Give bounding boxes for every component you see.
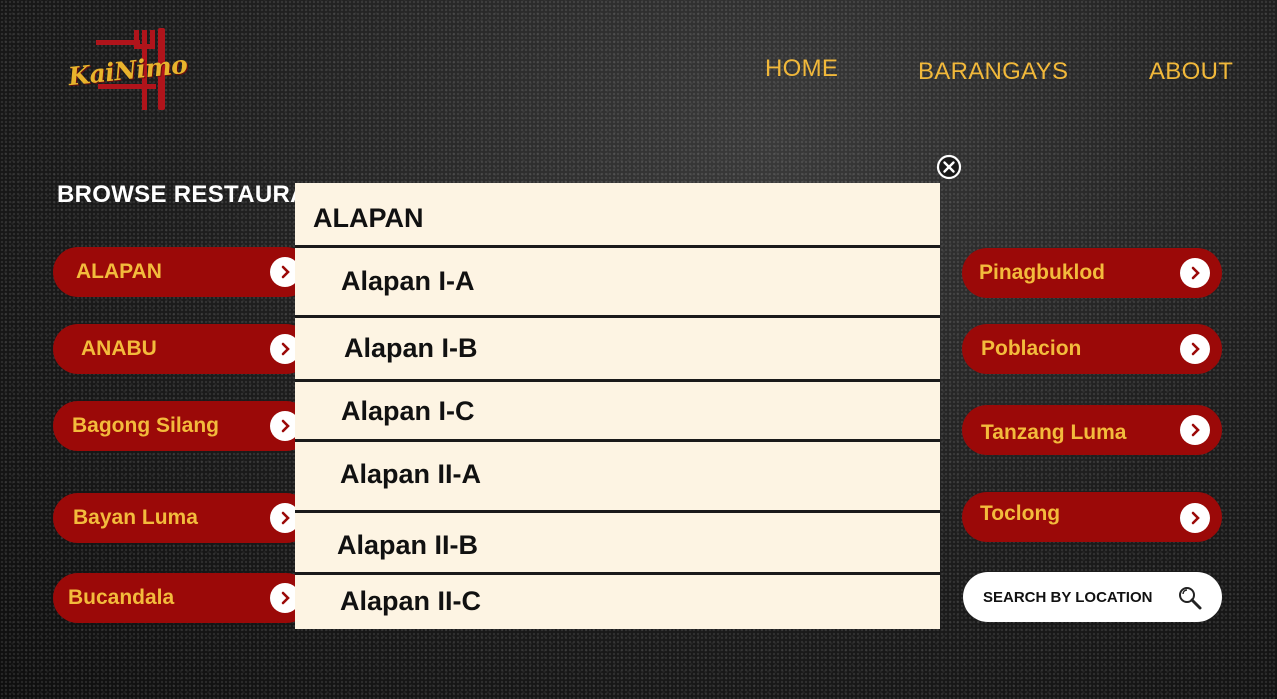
barangay-label: ANABU <box>81 337 157 360</box>
barangay-button-bagong-silang[interactable]: Bagong Silang <box>53 401 311 451</box>
barangay-button-bucandala[interactable]: Bucandala <box>53 573 311 623</box>
barangay-label: Poblacion <box>981 337 1082 360</box>
barangay-label: Bucandala <box>68 586 175 609</box>
barangay-button-alapan[interactable]: ALAPAN <box>53 247 311 297</box>
barangay-button-anabu[interactable]: ANABU <box>53 324 311 374</box>
submenu-item-alapan-ii-c[interactable]: Alapan II-C <box>295 575 940 629</box>
barangay-button-toclong[interactable]: Toclong <box>962 492 1222 542</box>
submenu-item-label: Alapan II-B <box>337 530 479 560</box>
search-label: SEARCH BY LOCATION <box>983 589 1153 606</box>
submenu-item-label: Alapan II-C <box>340 586 482 616</box>
barangay-button-pinagbuklod[interactable]: Pinagbuklod <box>962 248 1222 298</box>
submenu-item-alapan-i-b[interactable]: Alapan I-B <box>295 318 940 382</box>
modal-title: ALAPAN <box>313 203 424 233</box>
barangay-submenu-modal: ALAPAN Alapan I-A Alapan I-B Alapan I-C … <box>295 183 940 629</box>
submenu-item-label: Alapan II-A <box>340 459 482 489</box>
chevron-right-icon <box>1180 415 1210 445</box>
search-by-location-button[interactable]: SEARCH BY LOCATION <box>963 572 1222 622</box>
barangay-label: Tanzang Luma <box>981 421 1127 444</box>
chevron-right-icon <box>1180 503 1210 533</box>
barangay-button-bayan-luma[interactable]: Bayan Luma <box>53 493 311 543</box>
submenu-item-alapan-ii-a[interactable]: Alapan II-A <box>295 442 940 513</box>
close-icon <box>936 154 962 180</box>
modal-close-button[interactable] <box>936 154 962 180</box>
logo[interactable]: KaiNimo <box>64 26 189 112</box>
submenu-item-label: Alapan I-B <box>344 333 478 363</box>
barangay-label: Toclong <box>980 502 1061 525</box>
submenu-item-label: Alapan I-A <box>341 266 475 296</box>
barangay-button-tanzang-luma[interactable]: Tanzang Luma <box>962 405 1222 455</box>
submenu-item-label: Alapan I-C <box>341 396 475 426</box>
barangay-label: Pinagbuklod <box>979 261 1105 284</box>
nav-about[interactable]: ABOUT <box>1149 58 1233 86</box>
barangay-label: ALAPAN <box>76 260 162 283</box>
barangay-button-poblacion[interactable]: Poblacion <box>962 324 1222 374</box>
submenu-item-alapan-i-a[interactable]: Alapan I-A <box>295 251 940 318</box>
chevron-right-icon <box>1180 334 1210 364</box>
submenu-item-alapan-ii-b[interactable]: Alapan II-B <box>295 513 940 575</box>
nav-barangays[interactable]: BARANGAYS <box>918 58 1068 86</box>
modal-header: ALAPAN <box>295 183 940 248</box>
chevron-right-icon <box>1180 258 1210 288</box>
submenu-item-alapan-i-c[interactable]: Alapan I-C <box>295 382 940 442</box>
barangay-label: Bayan Luma <box>73 506 198 529</box>
barangay-label: Bagong Silang <box>72 414 219 437</box>
nav-home[interactable]: HOME <box>765 55 838 83</box>
search-icon <box>1177 585 1203 616</box>
